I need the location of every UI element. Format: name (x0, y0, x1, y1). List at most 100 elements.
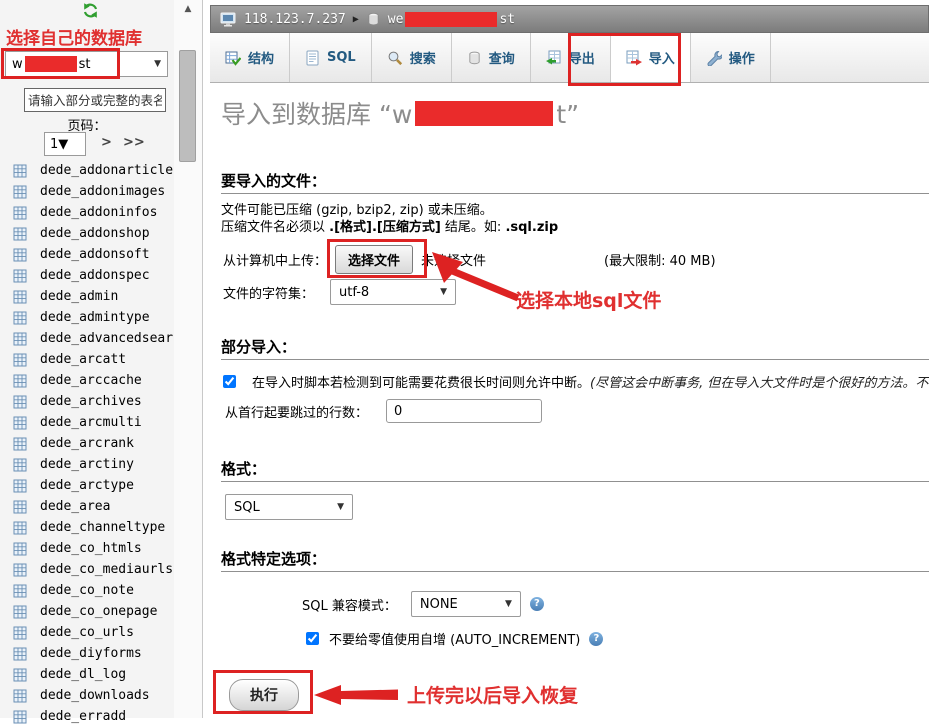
sql-compat-select[interactable]: NONE ▼ (411, 591, 521, 617)
table-row[interactable]: dede_erradd (0, 706, 174, 727)
title-suffix: t” (556, 100, 579, 129)
title-prefix: 导入到数据库 “w (221, 100, 412, 129)
table-name: dede_addonsoft (40, 247, 150, 262)
table-row[interactable]: dede_channeltype (0, 517, 174, 538)
chevron-down-icon: ▼ (440, 287, 447, 297)
tab-label: 操作 (729, 48, 755, 67)
server-icon (220, 12, 237, 27)
page-number-value: 1 (50, 137, 58, 152)
table-row[interactable]: dede_addonarticle (0, 160, 174, 181)
refresh-icon[interactable] (82, 2, 99, 23)
table-row[interactable]: dede_co_mediaurls (0, 559, 174, 580)
help-icon[interactable] (530, 597, 544, 611)
section-file-to-import: 要导入的文件： (221, 170, 929, 194)
table-name: dede_dl_log (40, 667, 126, 682)
table-icon (13, 437, 27, 451)
choose-file-button[interactable]: 选择文件 (335, 245, 413, 274)
sidebar-scrollbar[interactable]: ▲ (174, 0, 203, 718)
database-name-suffix: st (79, 57, 91, 72)
allow-interrupt-checkbox[interactable] (223, 375, 236, 388)
tab-sql[interactable]: SQL (290, 33, 372, 82)
table-filter-input[interactable] (24, 88, 166, 112)
skip-rows-input[interactable] (386, 399, 542, 423)
table-row[interactable]: dede_dl_log (0, 664, 174, 685)
table-row[interactable]: dede_arccache (0, 370, 174, 391)
tab-label: 结构 (248, 48, 274, 67)
table-icon (13, 290, 27, 304)
table-row[interactable]: dede_arcrank (0, 433, 174, 454)
tab-export[interactable]: 导出 (531, 33, 611, 82)
structure-icon (225, 50, 241, 66)
table-name: dede_co_note (40, 583, 134, 598)
last-page-link[interactable]: >> (123, 135, 145, 150)
table-name: dede_addonimages (40, 184, 165, 199)
sql-icon (305, 50, 320, 66)
tab-import[interactable]: 导入 (611, 33, 691, 82)
go-button[interactable]: 执行 (229, 679, 299, 711)
table-row[interactable]: dede_arctiny (0, 454, 174, 475)
table-name: dede_co_onepage (40, 604, 157, 619)
table-row[interactable]: dede_co_urls (0, 622, 174, 643)
tab-search[interactable]: 搜索 (372, 33, 452, 82)
table-name: dede_arcatt (40, 352, 126, 367)
help-icon[interactable] (589, 632, 603, 646)
wrench-icon (706, 50, 722, 66)
sql-compat-row: SQL 兼容模式： NONE ▼ (302, 591, 544, 617)
table-name: dede_co_htmls (40, 541, 142, 556)
allow-interrupt-row: 在导入时脚本若检测到可能需要花费很长时间则允许中断。 (尽管这会中断事务, 但在… (223, 372, 929, 391)
table-row[interactable]: dede_downloads (0, 685, 174, 706)
tab-query[interactable]: 查询 (452, 33, 531, 82)
table-row[interactable]: dede_advancedsearch (0, 328, 174, 349)
page-number-select[interactable]: 1 ▼ (44, 132, 86, 156)
table-name: dede_channeltype (40, 520, 165, 535)
table-icon (13, 248, 27, 262)
table-row[interactable]: dede_addonsoft (0, 244, 174, 265)
table-name: dede_addonarticle (40, 163, 173, 178)
database-select[interactable]: wst ▼ (5, 51, 168, 77)
db-prefix: we (388, 12, 404, 27)
charset-select[interactable]: utf-8 ▼ (330, 279, 456, 305)
table-row[interactable]: dede_arctype (0, 475, 174, 496)
section-partial-import: 部分导入： (221, 336, 929, 360)
charset-label: 文件的字符集： (223, 283, 314, 302)
format-select[interactable]: SQL ▼ (225, 494, 353, 520)
breadcrumb-db[interactable]: west (388, 12, 515, 27)
table-icon (13, 689, 27, 703)
table-row[interactable]: dede_admintype (0, 307, 174, 328)
scroll-up-icon[interactable]: ▲ (178, 1, 198, 17)
table-name: dede_addoninfos (40, 205, 157, 220)
no-autoinc-text: 不要给零值使用自增 (AUTO_INCREMENT) (329, 629, 580, 648)
table-name: dede_downloads (40, 688, 150, 703)
table-row[interactable]: dede_diyforms (0, 643, 174, 664)
table-row[interactable]: dede_addonimages (0, 181, 174, 202)
scrollbar-thumb[interactable] (179, 50, 196, 162)
server-host[interactable]: 118.123.7.237 (244, 12, 346, 27)
table-row[interactable]: dede_addoninfos (0, 202, 174, 223)
section-format: 格式： (221, 458, 929, 482)
next-page-link[interactable]: > (101, 135, 112, 150)
database-icon (366, 12, 381, 27)
table-row[interactable]: dede_addonshop (0, 223, 174, 244)
table-row[interactable]: dede_archives (0, 391, 174, 412)
tab-operations[interactable]: 操作 (691, 33, 771, 82)
table-row[interactable]: dede_co_htmls (0, 538, 174, 559)
breadcrumb-arrow-icon: ▶ (353, 14, 359, 25)
chevron-down-icon: ▼ (505, 599, 512, 609)
page-number-label: 页码： (0, 115, 174, 134)
page-title: 导入到数据库 “w t” (221, 95, 579, 131)
table-icon (13, 668, 27, 682)
table-row[interactable]: dede_area (0, 496, 174, 517)
skip-rows-row: 从首行起要跳过的行数： (225, 399, 542, 423)
table-row[interactable]: dede_admin (0, 286, 174, 307)
no-autoinc-checkbox[interactable] (306, 632, 319, 645)
table-row[interactable]: dede_co_note (0, 580, 174, 601)
no-file-chosen-text: 未选择文件 (421, 250, 486, 269)
hint-example: .sql.zip (505, 220, 558, 235)
table-row[interactable]: dede_arcmulti (0, 412, 174, 433)
table-icon (13, 206, 27, 220)
table-row[interactable]: dede_addonspec (0, 265, 174, 286)
table-list: dede_addonarticle dede_addonimages dede_… (0, 160, 174, 727)
table-row[interactable]: dede_co_onepage (0, 601, 174, 622)
table-row[interactable]: dede_arcatt (0, 349, 174, 370)
tab-structure[interactable]: 结构 (210, 33, 290, 82)
